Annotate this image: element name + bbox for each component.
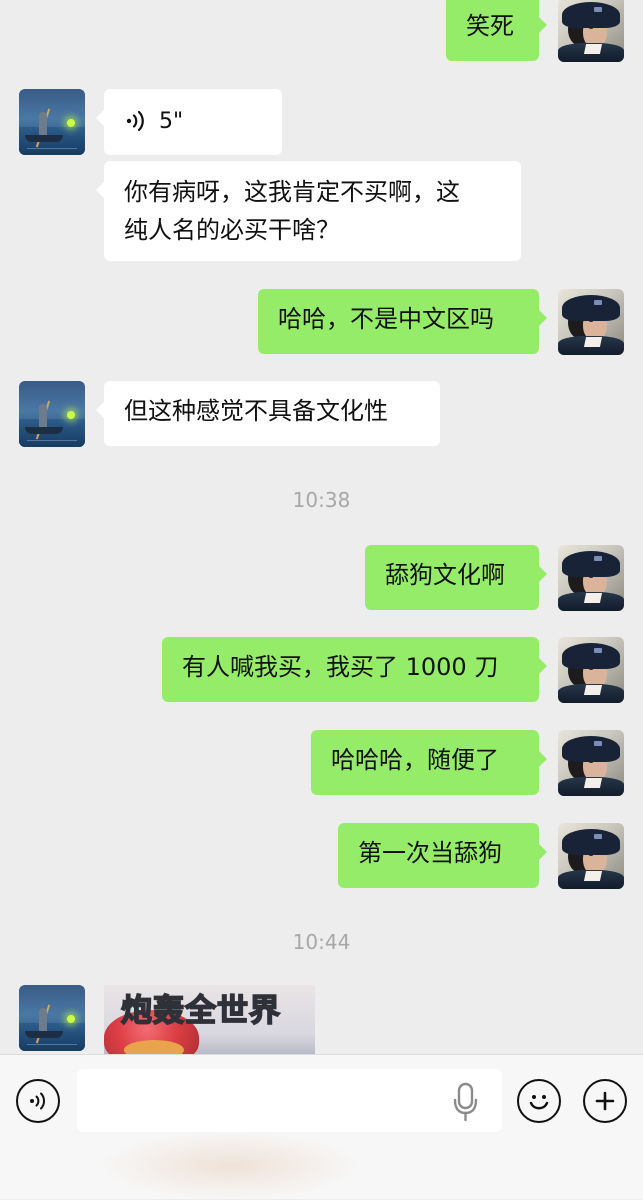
keyboard-shadow <box>100 1131 360 1200</box>
emoji-button[interactable] <box>517 1079 561 1123</box>
voice-message-bubble[interactable]: 5" <box>96 89 282 155</box>
outgoing-message-bubble[interactable]: 笑死 <box>446 0 547 61</box>
contact-avatar[interactable] <box>19 985 85 1051</box>
voice-wave-icon <box>126 110 144 132</box>
incoming-message-bubble[interactable]: 你有病呀，这我肯定不买啊，这 纯人名的必买干啥？ <box>96 161 521 261</box>
incoming-message-bubble[interactable]: 但这种感觉不具备文化性 <box>96 381 440 446</box>
emoji-icon <box>529 1095 549 1110</box>
message-timestamp: 10:38 <box>292 488 351 512</box>
outgoing-message-bubble[interactable]: 第一次当舔狗 <box>338 823 547 888</box>
sticker-illustration-detail <box>124 1040 184 1054</box>
user-avatar[interactable] <box>558 289 624 355</box>
sticker-caption: 炮轰全世界 <box>120 992 281 1030</box>
user-avatar[interactable] <box>558 637 624 703</box>
outgoing-message-bubble[interactable]: 有人喊我买，我买了 1000 刀 <box>162 637 547 702</box>
user-avatar[interactable] <box>558 0 624 62</box>
outgoing-message-bubble[interactable]: 哈哈，不是中文区吗 <box>258 289 547 354</box>
voice-input-icon <box>30 1092 45 1110</box>
contact-avatar[interactable] <box>19 381 85 447</box>
voice-duration: 5" <box>159 109 184 134</box>
chat-area: 笑死 5" 你有病呀，这我肯定不买啊，这 纯人名的必买干啥？ 哈哈，不是中文区吗… <box>0 0 643 1054</box>
contact-avatar[interactable] <box>19 89 85 155</box>
user-avatar[interactable] <box>558 823 624 889</box>
outgoing-message-bubble[interactable]: 哈哈哈，随便了 <box>311 730 547 795</box>
user-avatar[interactable] <box>558 545 624 611</box>
message-input[interactable] <box>77 1069 502 1132</box>
message-timestamp: 10:44 <box>292 930 351 954</box>
microphone-icon[interactable] <box>451 1082 480 1122</box>
message-input-bar <box>0 1054 643 1200</box>
add-button[interactable] <box>583 1079 627 1123</box>
user-avatar[interactable] <box>558 730 624 796</box>
add-icon <box>595 1091 615 1111</box>
voice-input-button[interactable] <box>16 1079 60 1123</box>
sticker-message[interactable]: 炮轰全世界 <box>104 985 315 1054</box>
outgoing-message-bubble[interactable]: 舔狗文化啊 <box>365 545 547 610</box>
